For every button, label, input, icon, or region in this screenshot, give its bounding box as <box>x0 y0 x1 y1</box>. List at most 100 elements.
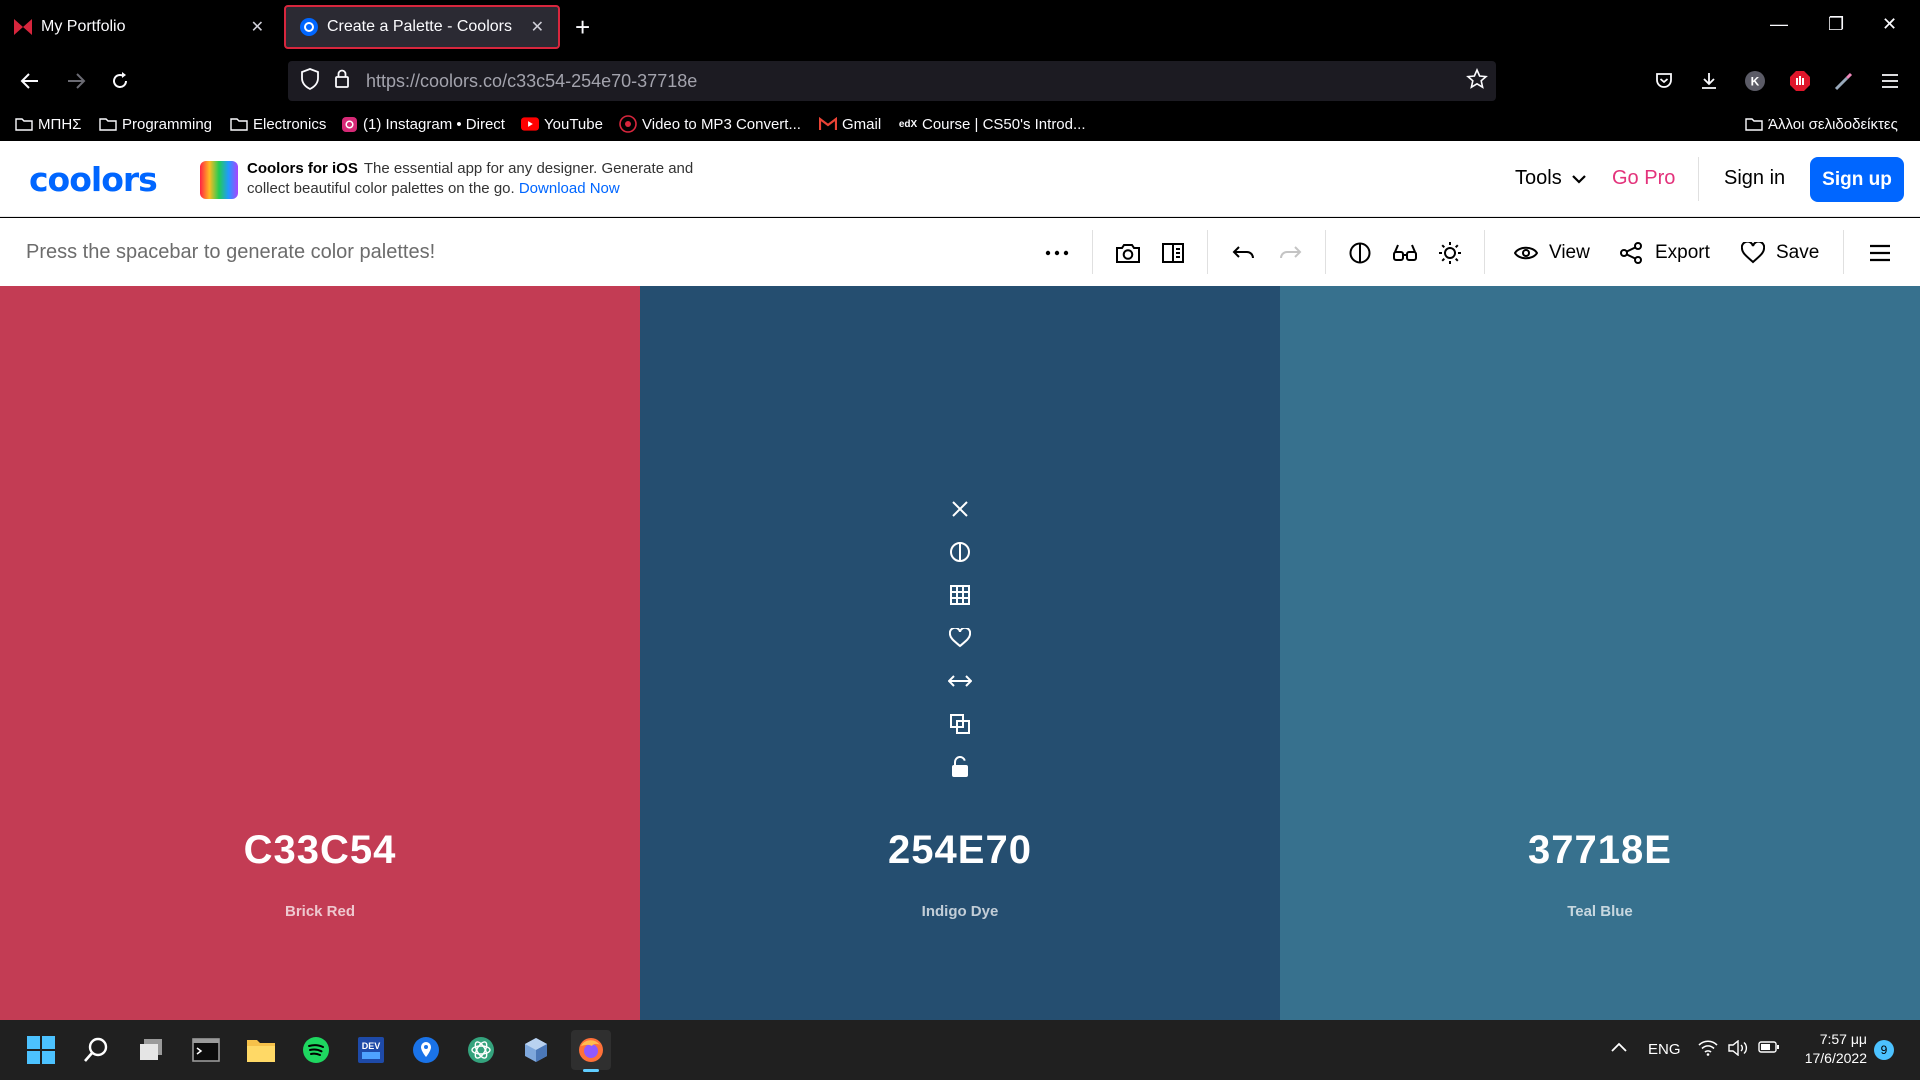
more-options-icon[interactable] <box>1042 238 1072 268</box>
svg-text:K: K <box>1751 75 1760 89</box>
extension-adblock-icon[interactable] <box>1786 67 1814 95</box>
bookmark-instagram[interactable]: (1) Instagram • Direct <box>340 113 505 135</box>
lock-icon[interactable] <box>334 69 350 94</box>
menu-icon[interactable] <box>1876 67 1904 95</box>
go-pro-link[interactable]: Go Pro <box>1612 167 1675 190</box>
hex-code[interactable]: C33C54 <box>0 828 640 873</box>
view-button[interactable]: View <box>1549 242 1590 264</box>
extension-colorpicker-icon[interactable] <box>1830 67 1858 95</box>
url-bar[interactable]: https://coolors.co/c33c54-254e70-37718e <box>288 61 1496 101</box>
download-now-link[interactable]: Download Now <box>519 180 620 197</box>
color-name[interactable]: Brick Red <box>0 903 640 920</box>
bookmark-star-icon[interactable] <box>1466 67 1488 95</box>
start-icon[interactable] <box>21 1030 61 1070</box>
tools-menu[interactable]: Tools <box>1515 167 1587 190</box>
pocket-icon[interactable] <box>1650 67 1678 95</box>
export-button[interactable]: Export <box>1655 242 1710 264</box>
url-path: c33c54-254e70-37718e <box>507 70 698 91</box>
sign-in-link[interactable]: Sign in <box>1724 167 1785 190</box>
swatch-indigo-dye[interactable]: 254E70 Indigo Dye <box>640 286 1280 1020</box>
close-window-icon[interactable]: ✕ <box>1882 14 1897 35</box>
terminal-icon[interactable] <box>186 1030 226 1070</box>
clock-time: 7:57 μμ <box>1819 1031 1867 1047</box>
split-view-icon[interactable] <box>1158 238 1188 268</box>
sign-up-button[interactable]: Sign up <box>1810 157 1904 202</box>
color-palette: C33C54 Brick Red 254E70 Indigo Dye 37718… <box>0 286 1920 1020</box>
color-name[interactable]: Indigo Dye <box>640 903 1280 920</box>
forward-icon[interactable] <box>61 66 91 96</box>
undo-icon[interactable] <box>1229 238 1259 268</box>
new-tab-button[interactable]: + <box>575 12 590 43</box>
bookmark-cs50[interactable]: edX Course | CS50's Introd... <box>899 113 1086 135</box>
downloads-icon[interactable] <box>1695 67 1723 95</box>
swatch-brick-red[interactable]: C33C54 Brick Red <box>0 286 640 1020</box>
spotify-icon[interactable] <box>296 1030 336 1070</box>
folder-icon <box>1745 116 1763 132</box>
brightness-icon[interactable] <box>1435 238 1465 268</box>
close-tab-icon[interactable]: ✕ <box>531 17 544 37</box>
bookmark-label: Video to MP3 Convert... <box>642 115 801 133</box>
reload-icon[interactable] <box>105 66 135 96</box>
minimize-icon[interactable]: — <box>1770 14 1788 35</box>
hex-code[interactable]: 37718E <box>1280 828 1920 873</box>
windows-taskbar: DEV ENG 7:57 μμ 17/6/2022 9 <box>0 1020 1920 1080</box>
toolbar-divider <box>1092 230 1093 274</box>
virtualbox-icon[interactable] <box>516 1030 556 1070</box>
tab-title: My Portfolio <box>41 18 126 35</box>
language-indicator[interactable]: ENG <box>1648 1041 1681 1058</box>
bookmark-mp3-converter[interactable]: Video to MP3 Convert... <box>619 113 801 135</box>
url-text: https://coolors.co/c33c54-254e70-37718e <box>366 71 697 92</box>
heart-icon <box>1738 238 1768 268</box>
coolors-logo[interactable]: coolors <box>29 160 158 199</box>
camera-icon[interactable] <box>1113 238 1143 268</box>
color-blindness-glasses-icon[interactable] <box>1390 238 1420 268</box>
contrast-icon[interactable] <box>1345 238 1375 268</box>
unlocked-icon[interactable] <box>945 752 975 782</box>
volume-icon[interactable] <box>1728 1039 1748 1060</box>
account-icon[interactable]: K <box>1741 67 1769 95</box>
tab-coolors[interactable]: Create a Palette - Coolors ✕ <box>284 5 560 49</box>
bookmark-gmail[interactable]: Gmail <box>819 113 881 135</box>
other-bookmarks-folder[interactable]: Άλλοι σελιδοδείκτες <box>1745 113 1898 135</box>
file-explorer-icon[interactable] <box>241 1030 281 1070</box>
toolbar-divider <box>1207 230 1208 274</box>
save-color-heart-icon[interactable] <box>945 623 975 653</box>
notification-badge[interactable]: 9 <box>1874 1040 1894 1060</box>
drag-icon[interactable] <box>945 666 975 696</box>
view-shades-icon[interactable] <box>945 580 975 610</box>
redo-icon[interactable] <box>1275 238 1305 268</box>
instagram-icon <box>340 116 358 132</box>
bookmark-youtube[interactable]: YouTube <box>521 113 603 135</box>
shield-icon[interactable] <box>300 67 320 95</box>
color-name[interactable]: Teal Blue <box>1280 903 1920 920</box>
firefox-icon[interactable] <box>571 1030 611 1072</box>
eye-icon <box>1511 238 1541 268</box>
atom-app-icon[interactable] <box>461 1030 501 1070</box>
copy-hex-icon[interactable] <box>945 709 975 739</box>
task-view-icon[interactable] <box>131 1030 171 1070</box>
toolbar-divider <box>1843 230 1844 274</box>
bookmark-label: YouTube <box>544 115 603 133</box>
remove-color-icon[interactable] <box>945 494 975 524</box>
bookmark-label: (1) Instagram • Direct <box>363 115 505 133</box>
bookmark-folder-electronics[interactable]: Electronics <box>230 113 326 135</box>
dev-to-icon[interactable]: DEV <box>351 1030 391 1070</box>
bookmark-folder-programming[interactable]: Programming <box>99 113 212 135</box>
clock[interactable]: 7:57 μμ 17/6/2022 <box>1795 1030 1867 1068</box>
hex-code[interactable]: 254E70 <box>640 828 1280 873</box>
battery-icon[interactable] <box>1758 1040 1780 1058</box>
maps-pin-icon[interactable] <box>406 1030 446 1070</box>
edx-icon: edX <box>898 118 918 130</box>
chevron-up-icon[interactable] <box>1610 1040 1628 1057</box>
save-button[interactable]: Save <box>1776 242 1819 264</box>
wifi-icon[interactable] <box>1698 1040 1718 1060</box>
close-tab-icon[interactable]: ✕ <box>251 17 264 37</box>
swatch-teal-blue[interactable]: 37718E Teal Blue <box>1280 286 1920 1020</box>
hamburger-menu-icon[interactable] <box>1865 238 1895 268</box>
back-icon[interactable] <box>15 66 45 96</box>
tab-my-portfolio[interactable]: My Portfolio ✕ <box>0 5 278 49</box>
restore-icon[interactable]: ❐ <box>1828 14 1844 35</box>
bookmark-folder-mpis[interactable]: ΜΠΗΣ <box>15 113 81 135</box>
search-icon[interactable] <box>76 1030 116 1070</box>
contrast-check-icon[interactable] <box>945 537 975 567</box>
